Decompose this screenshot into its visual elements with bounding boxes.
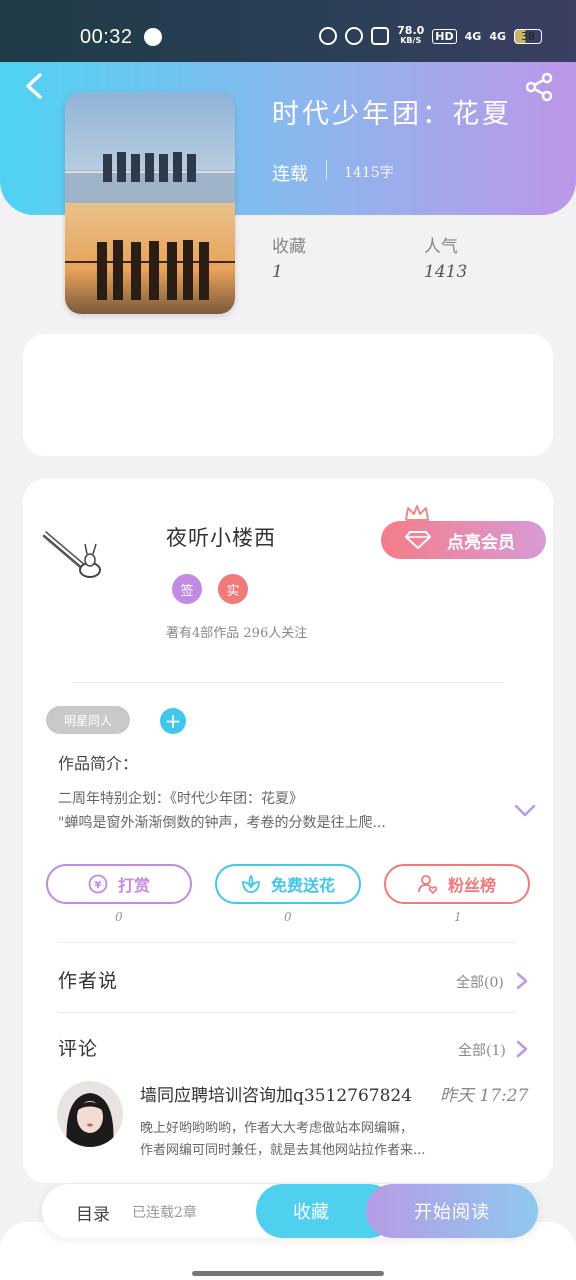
svg-text:¥: ¥ <box>95 880 102 891</box>
send-flower-button[interactable]: 免费送花 <box>215 864 361 904</box>
status-icons: 78.0 KB/S HD 4G 4G 38 <box>319 24 542 46</box>
avatar[interactable] <box>57 1081 123 1147</box>
tip-count: 0 <box>115 910 123 924</box>
verified-badge: 实 <box>218 574 248 604</box>
divider <box>58 1012 516 1013</box>
author-meta: 著有4部作品 296人关注 <box>166 626 308 641</box>
tag-chip[interactable]: 明星同人 <box>46 706 130 734</box>
net-speed: 78.0 KB/S <box>397 24 425 46</box>
mute-bell-icon <box>371 27 390 45</box>
fans-count: 1 <box>454 910 462 924</box>
diamond-icon <box>405 531 431 549</box>
stat-value-popularity: 1413 <box>424 262 468 282</box>
comments-all[interactable]: 全部(1) <box>458 1040 506 1060</box>
author-says-all[interactable]: 全部(0) <box>456 972 504 992</box>
comment-username[interactable]: 墙同应聘培训咨询加q3512767824 <box>140 1081 412 1106</box>
intro-line-2: "蝉鸣是窗外渐渐倒数的钟声，考卷的分数是往上爬... <box>58 815 386 831</box>
tip-button[interactable]: ¥ 打赏 <box>46 864 192 904</box>
signal-icon: 4G <box>464 29 482 43</box>
battery-icon: 38 <box>514 28 542 44</box>
globe-icon <box>144 28 162 46</box>
stat-label-favorites: 收藏 <box>272 237 306 257</box>
crown-icon <box>405 505 429 521</box>
chevron-right-icon[interactable] <box>516 1040 528 1058</box>
signal-icon-2: 4G <box>489 29 506 43</box>
hd-icon: HD <box>432 28 457 44</box>
chevron-left-icon[interactable] <box>22 72 48 100</box>
vip-button-label: 点亮会员 <box>447 532 515 553</box>
ad-placeholder-card <box>23 334 553 456</box>
intro-line-1: 二周年特别企划：《时代少年团：花夏》 <box>58 791 303 807</box>
book-status: 连载 <box>272 164 308 185</box>
fans-ranking-button[interactable]: 粉丝榜 <box>384 864 530 904</box>
divider <box>58 942 516 943</box>
status-bar: 00:32 78.0 KB/S HD 4G 4G 38 <box>0 0 576 62</box>
net-speed-value: 78.0 <box>397 24 425 37</box>
chevron-right-icon[interactable] <box>516 972 528 990</box>
yuan-icon: ¥ <box>88 874 108 894</box>
comment-text-line-1: 晚上好哟哟哟哟，作者大大考虑做站本网编嘛， <box>140 1121 414 1136</box>
flower-count: 0 <box>284 910 292 924</box>
stat-value-favorites: 1 <box>272 262 283 282</box>
start-reading-button[interactable]: 开始阅读 <box>366 1184 538 1238</box>
toc-chapter-count: 已连载2章 <box>132 1205 197 1221</box>
word-count: 1415字 <box>344 165 394 181</box>
favorite-button-label: 收藏 <box>293 1202 329 1223</box>
book-title: 时代少年团：花夏 <box>272 99 512 130</box>
intro-label: 作品简介： <box>58 754 139 773</box>
toc-button[interactable]: 目录 <box>76 1200 110 1225</box>
send-flower-label: 免费送花 <box>270 876 335 895</box>
headphones-icon <box>319 27 338 45</box>
home-indicator[interactable] <box>192 1271 384 1276</box>
comment-time: 昨天 17:27 <box>440 1086 529 1106</box>
divider <box>72 682 504 683</box>
chevron-down-icon[interactable] <box>514 804 536 818</box>
start-reading-label: 开始阅读 <box>414 1202 490 1223</box>
comments-title: 评论 <box>58 1038 99 1060</box>
tip-button-label: 打赏 <box>117 876 150 895</box>
net-speed-unit: KB/S <box>400 36 422 45</box>
alarm-icon <box>345 27 364 45</box>
stat-label-popularity: 人气 <box>424 237 458 257</box>
comment-text-line-2: 作者网编可同时兼任，就是去其他网站拉作者来... <box>140 1143 426 1158</box>
author-says-title: 作者说 <box>58 970 119 992</box>
author-avatar[interactable] <box>40 522 110 582</box>
signed-badge: 签 <box>172 574 202 604</box>
fans-ranking-label: 粉丝榜 <box>447 876 496 895</box>
status-time: 00:32 <box>80 26 133 48</box>
fan-icon <box>418 875 438 894</box>
add-tag-button[interactable]: + <box>160 708 186 734</box>
share-icon[interactable] <box>524 72 554 102</box>
book-cover[interactable] <box>65 92 235 314</box>
flower-icon <box>242 874 260 893</box>
divider <box>326 160 327 180</box>
author-name[interactable]: 夜听小楼西 <box>166 522 276 552</box>
vip-button[interactable]: 点亮会员 <box>381 521 546 559</box>
